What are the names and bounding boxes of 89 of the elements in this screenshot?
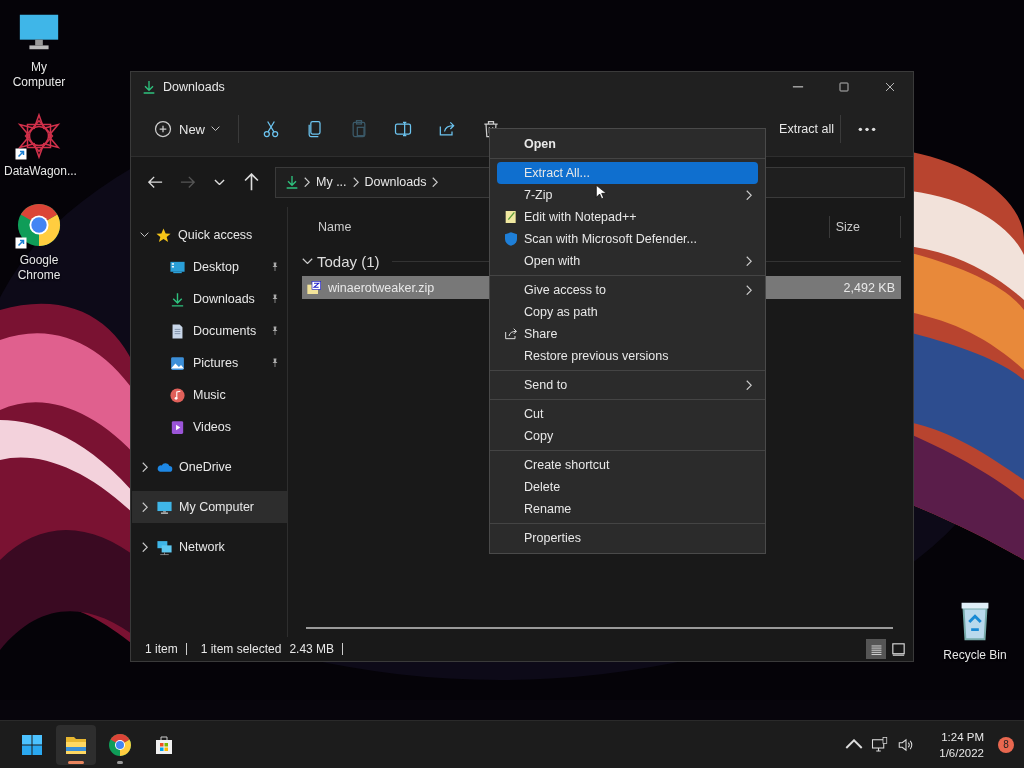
breadcrumb[interactable]: Downloads [362,175,429,189]
start-icon [20,732,44,757]
chevron-right-icon [142,501,148,513]
menu-item[interactable]: Edit with Notepad++ [497,206,758,228]
menu-item[interactable]: Create shortcut [497,454,758,476]
chevron-right-icon [746,379,752,391]
star-icon [155,226,172,244]
sidebar-item[interactable]: Music [132,379,287,411]
desktop-icon-label[interactable]: DataWagon... [4,164,74,179]
menu-item[interactable]: Extract All... [497,162,758,184]
star-pattern-icon[interactable] [16,113,62,159]
back-arrow-icon[interactable] [147,175,163,189]
menu-item[interactable]: 7-Zip [497,184,758,206]
scrollbar[interactable] [306,627,893,629]
chevron-right-icon [352,176,359,188]
menu-item[interactable]: Send to [497,374,758,396]
menu-item[interactable]: Restore previous versions [497,345,758,367]
maximize-icon [836,79,852,95]
sidebar-item[interactable]: Downloads [132,283,287,315]
network-icon [156,538,173,556]
chevron-down-icon[interactable] [213,178,225,186]
sidebar-item[interactable]: My Computer [132,491,287,523]
desktop-icon-label[interactable]: Google Chrome [4,253,74,283]
breadcrumb[interactable]: My ... [314,175,349,189]
download-icon [141,79,157,95]
chevron-right-icon [142,461,148,473]
chevron-right-icon [432,176,439,188]
menu-item[interactable]: Copy [497,425,758,447]
menu-item[interactable]: Rename [497,498,758,520]
chevron-right-icon [746,284,752,296]
sidebar-item[interactable]: Desktop [132,251,287,283]
chevron-up-icon[interactable] [845,739,864,750]
chevron-down-icon [211,126,220,132]
rename-icon [393,119,413,139]
menu-item[interactable]: Give access to [497,279,758,301]
clock-date[interactable]: 1/6/2022 [939,744,984,761]
more-icon [858,126,876,132]
up-arrow-icon[interactable] [243,172,259,192]
music-icon [169,386,186,404]
status-text: 1 item [145,642,178,656]
extract-all-button[interactable]: Extract all [779,112,834,146]
chevron-right-icon [142,541,148,553]
menu-item[interactable]: Open with [497,250,758,272]
sidebar-item[interactable]: Quick access [132,219,287,251]
menu-item[interactable]: Properties [497,527,758,549]
menu-item[interactable]: Open [497,133,758,155]
status-text: 1 item selected [200,642,282,656]
tiles-view-icon [889,640,907,658]
scissors-icon [261,119,281,139]
column-header[interactable]: Name [318,220,352,234]
menu-item[interactable]: Cut [497,403,758,425]
minimize-icon [792,86,804,88]
chevron-right-icon [746,189,752,201]
chevron-down-icon [302,257,313,265]
chevron-right-icon [304,176,310,188]
network-status-icon[interactable] [871,735,890,754]
column-header[interactable]: Size [828,216,901,238]
notification-badge[interactable]: 8 [998,736,1014,753]
sidebar-item[interactable]: Network [132,531,287,563]
window-title: Downloads [163,80,225,94]
sidebar-item[interactable]: Videos [132,411,287,443]
plus-icon [153,119,173,139]
desktop-icon-label[interactable]: My Computer [4,60,74,90]
menu-item[interactable]: Delete [497,476,758,498]
shield-icon [502,231,519,247]
picture-icon [169,354,186,372]
status-text: 2.43 MB [289,642,335,656]
desktop-icon-label[interactable]: Recycle Bin [940,648,1010,663]
menu-item[interactable]: Copy as path [497,301,758,323]
zip-file-icon [306,279,322,296]
video-icon [169,418,186,436]
chevron-down-icon [140,232,149,238]
file-name: winaerotweaker.zip [328,280,435,295]
download-icon [169,290,186,308]
share-icon [502,326,519,342]
browser-icon [108,732,132,757]
menu-item[interactable]: Scan with Microsoft Defender... [497,228,758,250]
chevron-right-icon [746,255,752,267]
view-button[interactable] [866,639,886,659]
new-button[interactable]: New [147,112,226,146]
clock-time[interactable]: 1:24 PM [941,728,984,745]
sidebar-item[interactable]: Documents [132,315,287,347]
taskbar-button[interactable] [56,724,96,765]
sidebar-item[interactable]: Pictures [132,347,287,379]
sidebar-item[interactable]: OneDrive [132,451,287,483]
browser-icon[interactable] [16,202,62,248]
download-icon [284,174,300,190]
menu-item[interactable]: Share [497,323,758,345]
file-size: 2,492 KB [843,280,895,295]
